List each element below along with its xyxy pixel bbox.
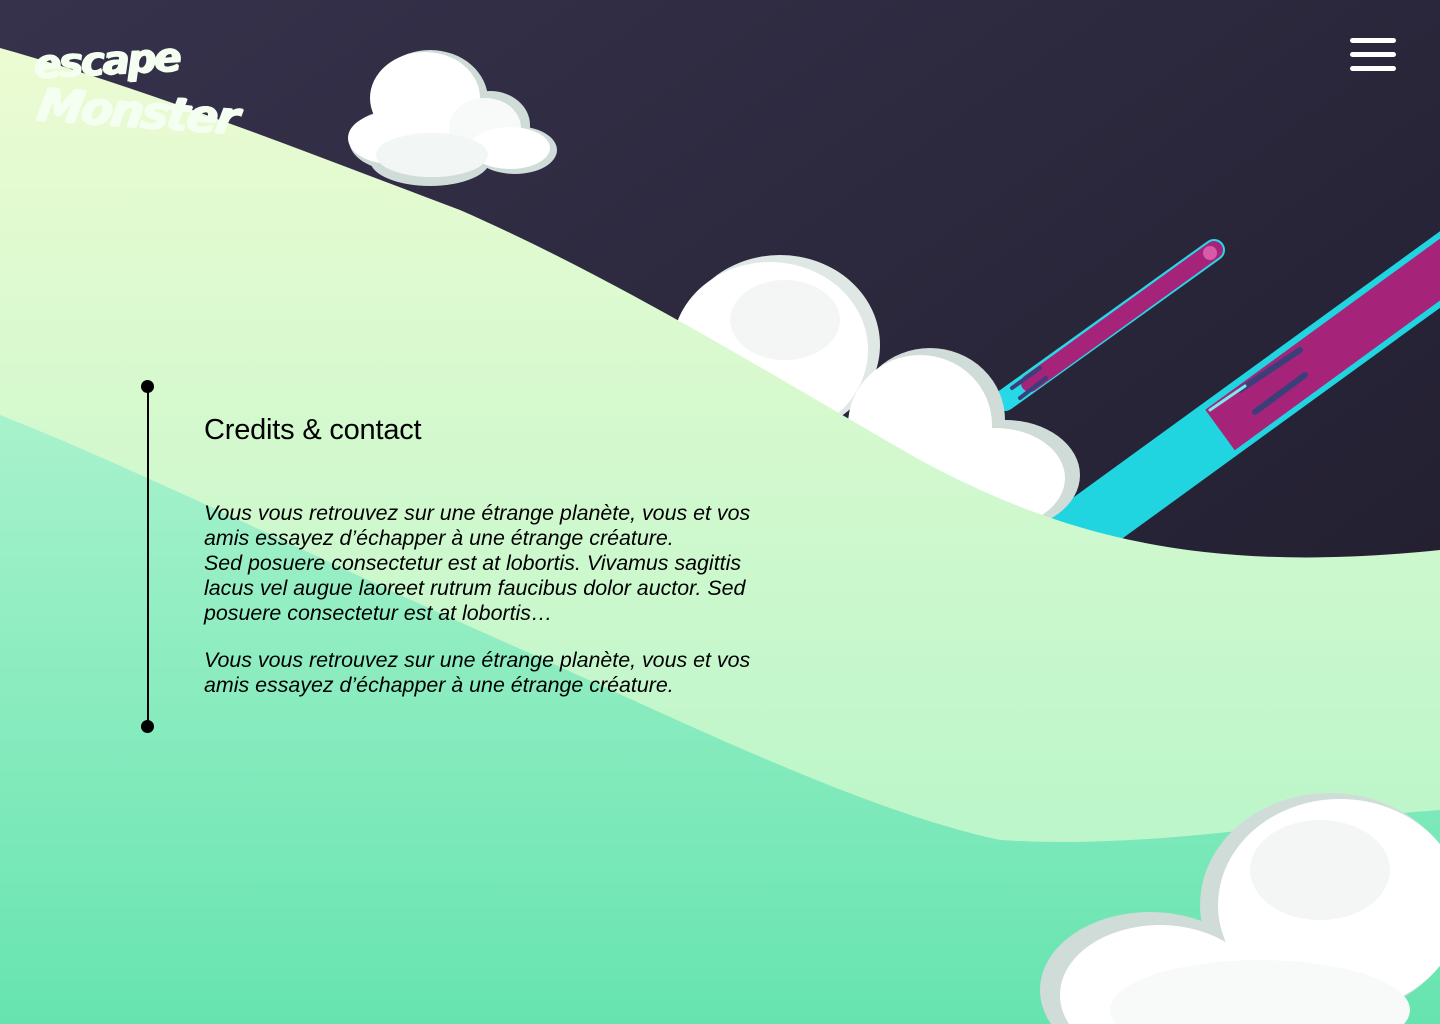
escape-monster-logo[interactable]: escape Monster	[33, 34, 242, 148]
credits-content: Credits & contact Vous vous retrouvez su…	[204, 414, 774, 698]
menu-bar-middle	[1350, 52, 1396, 57]
timeline-line	[147, 386, 149, 726]
hamburger-menu-icon[interactable]	[1350, 38, 1396, 72]
timeline-dot-bottom	[141, 720, 154, 733]
menu-bar-top	[1350, 38, 1396, 43]
timeline-decoration	[141, 380, 155, 734]
timeline-dot-top	[141, 380, 154, 393]
page: escape Monster Credits & contact Vous vo…	[0, 0, 1440, 1024]
page-title: Credits & contact	[204, 414, 422, 446]
paragraph-1: Vous vous retrouvez sur une étrange plan…	[204, 501, 751, 625]
paragraph-2: Vous vous retrouvez sur une étrange plan…	[204, 648, 751, 697]
menu-bar-bottom	[1350, 66, 1396, 71]
